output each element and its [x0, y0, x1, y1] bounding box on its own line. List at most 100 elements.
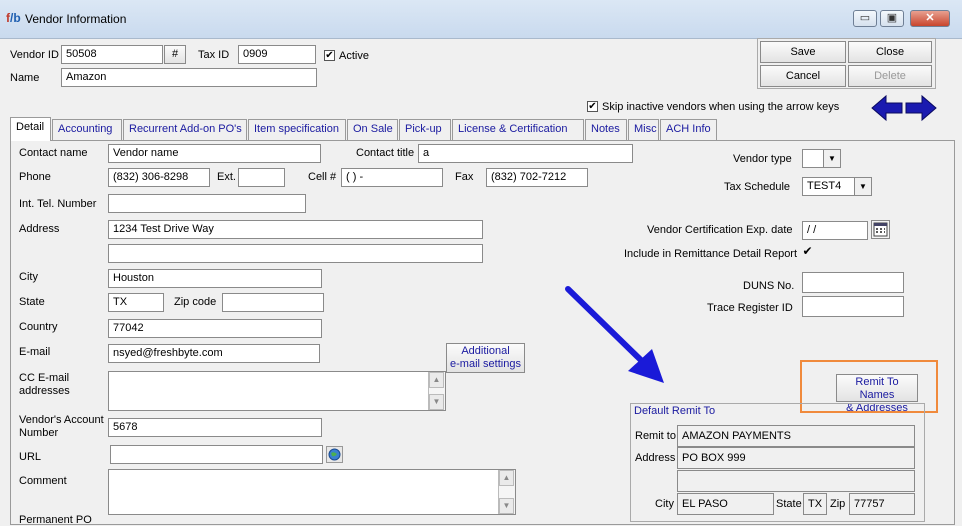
- cell-input[interactable]: ( ) -: [341, 168, 443, 187]
- cancel-button[interactable]: Cancel: [760, 65, 846, 87]
- url-input[interactable]: [110, 445, 323, 464]
- contact-title-input[interactable]: a: [418, 144, 633, 163]
- tab-ach-info[interactable]: ACH Info: [660, 119, 717, 140]
- tab-misc[interactable]: Misc: [628, 119, 659, 140]
- tab-recurrent-addon[interactable]: Recurrent Add-on PO's: [123, 119, 247, 140]
- city-label: City: [19, 271, 38, 283]
- tab-accounting[interactable]: Accounting: [52, 119, 122, 140]
- additional-email-settings-button[interactable]: Additional e-mail settings: [446, 343, 525, 373]
- remit-to-names-button[interactable]: Remit To Names & Addresses: [836, 374, 918, 414]
- chevron-down-icon[interactable]: ▼: [854, 178, 871, 195]
- comment-label: Comment: [19, 475, 67, 487]
- save-button[interactable]: Save: [760, 41, 846, 63]
- chevron-down-icon[interactable]: ▼: [823, 150, 840, 167]
- tax-id-input[interactable]: 0909: [238, 45, 316, 64]
- name-label: Name: [10, 72, 40, 84]
- vendor-id-label: Vendor ID: [10, 49, 59, 61]
- account-number-input[interactable]: 5678: [108, 418, 322, 437]
- vendor-type-select[interactable]: ▼: [802, 149, 841, 168]
- int-tel-input[interactable]: [108, 194, 306, 213]
- address-line2-input[interactable]: [108, 244, 483, 263]
- remit-city-label: City: [655, 498, 674, 510]
- vendor-type-label: Vendor type: [733, 153, 792, 165]
- scroll-down-icon[interactable]: ▼: [429, 394, 444, 410]
- skip-inactive-checkbox[interactable]: ✔: [587, 101, 598, 112]
- minimize-button[interactable]: ▭: [853, 10, 877, 27]
- account-number-label: Vendor's Account Number: [19, 414, 104, 439]
- hash-button[interactable]: #: [164, 45, 186, 64]
- window-close-button[interactable]: ✕: [910, 10, 950, 27]
- cc-email-textarea[interactable]: ▲ ▼: [108, 371, 446, 411]
- tab-pick-up[interactable]: Pick-up: [399, 119, 451, 140]
- next-arrow-icon[interactable]: [905, 94, 937, 122]
- remit-zip-field: 77757: [849, 493, 915, 515]
- contact-name-label: Contact name: [19, 147, 88, 159]
- remittance-report-checkbox[interactable]: ✔: [802, 245, 813, 258]
- tax-schedule-value: TEST4: [807, 180, 842, 192]
- state-input[interactable]: TX: [108, 293, 164, 312]
- remit-to-label: Remit to: [635, 430, 676, 442]
- vendor-id-input[interactable]: 50508: [61, 45, 163, 64]
- permanent-po-label: Permanent PO: [19, 514, 92, 526]
- active-label: Active: [339, 50, 369, 62]
- app-logo-icon: f/b: [6, 11, 21, 25]
- address-label: Address: [19, 223, 60, 235]
- ext-label: Ext.: [217, 171, 236, 183]
- ext-input[interactable]: [238, 168, 285, 187]
- cert-exp-input[interactable]: / /: [802, 221, 868, 240]
- remittance-report-label: Include in Remittance Detail Report: [624, 248, 798, 260]
- tax-schedule-label: Tax Schedule: [724, 181, 791, 193]
- remit-address-line1: PO BOX 999: [677, 447, 915, 469]
- duns-label: DUNS No.: [743, 280, 795, 292]
- email-input[interactable]: nsyed@freshbyte.com: [108, 344, 320, 363]
- window-title: Vendor Information: [25, 12, 127, 26]
- phone-label: Phone: [19, 171, 51, 183]
- globe-icon[interactable]: [326, 446, 343, 463]
- tab-on-sale[interactable]: On Sale: [347, 119, 398, 140]
- calendar-icon[interactable]: [871, 220, 890, 239]
- save-button-label: Save: [790, 46, 816, 58]
- comment-textarea[interactable]: ▲ ▼: [108, 469, 516, 515]
- previous-arrow-icon[interactable]: [871, 94, 903, 122]
- close-button-label: Close: [875, 46, 905, 58]
- zip-code-input[interactable]: [222, 293, 324, 312]
- address-line1-input[interactable]: 1234 Test Drive Way: [108, 220, 483, 239]
- trace-register-input[interactable]: [802, 296, 904, 317]
- nav-arrows: [871, 94, 937, 122]
- remit-address-line2: [677, 470, 915, 492]
- duns-input[interactable]: [802, 272, 904, 293]
- remit-address-label: Address: [635, 452, 676, 464]
- title-bar: [0, 0, 962, 39]
- tab-license-certification[interactable]: License & Certification: [452, 119, 584, 140]
- scroll-up-icon[interactable]: ▲: [499, 470, 514, 486]
- state-label: State: [19, 296, 45, 308]
- remit-to-field: AMAZON PAYMENTS: [677, 425, 915, 447]
- zip-code-label: Zip code: [174, 296, 217, 308]
- delete-button-label: Delete: [874, 70, 906, 82]
- fax-input[interactable]: (832) 702-7212: [486, 168, 588, 187]
- tab-detail[interactable]: Detail: [10, 117, 51, 141]
- tax-schedule-select[interactable]: TEST4 ▼: [802, 177, 872, 196]
- tax-id-label: Tax ID: [198, 49, 230, 61]
- tab-item-specification[interactable]: Item specification: [248, 119, 346, 140]
- cc-email-scrollbar[interactable]: ▲ ▼: [428, 372, 445, 410]
- contact-name-input[interactable]: Vendor name: [108, 144, 321, 163]
- restore-button[interactable]: ▣: [880, 10, 904, 27]
- tab-notes[interactable]: Notes: [585, 119, 627, 140]
- name-input[interactable]: Amazon: [61, 68, 317, 87]
- active-checkbox[interactable]: ✔: [324, 50, 335, 61]
- delete-button: Delete: [848, 65, 932, 87]
- comment-scrollbar[interactable]: ▲ ▼: [498, 470, 515, 514]
- city-input[interactable]: Houston: [108, 269, 322, 288]
- cancel-button-label: Cancel: [785, 70, 821, 82]
- phone-input[interactable]: (832) 306-8298: [108, 168, 210, 187]
- country-input[interactable]: 77042: [108, 319, 322, 338]
- remit-state-field: TX: [803, 493, 827, 515]
- scroll-down-icon[interactable]: ▼: [499, 498, 514, 514]
- close-button[interactable]: Close: [848, 41, 932, 63]
- annotation-arrow: [565, 286, 664, 383]
- fax-label: Fax: [455, 171, 474, 183]
- contact-title-label: Contact title: [356, 147, 415, 159]
- scroll-up-icon[interactable]: ▲: [429, 372, 444, 388]
- country-label: Country: [19, 321, 58, 333]
